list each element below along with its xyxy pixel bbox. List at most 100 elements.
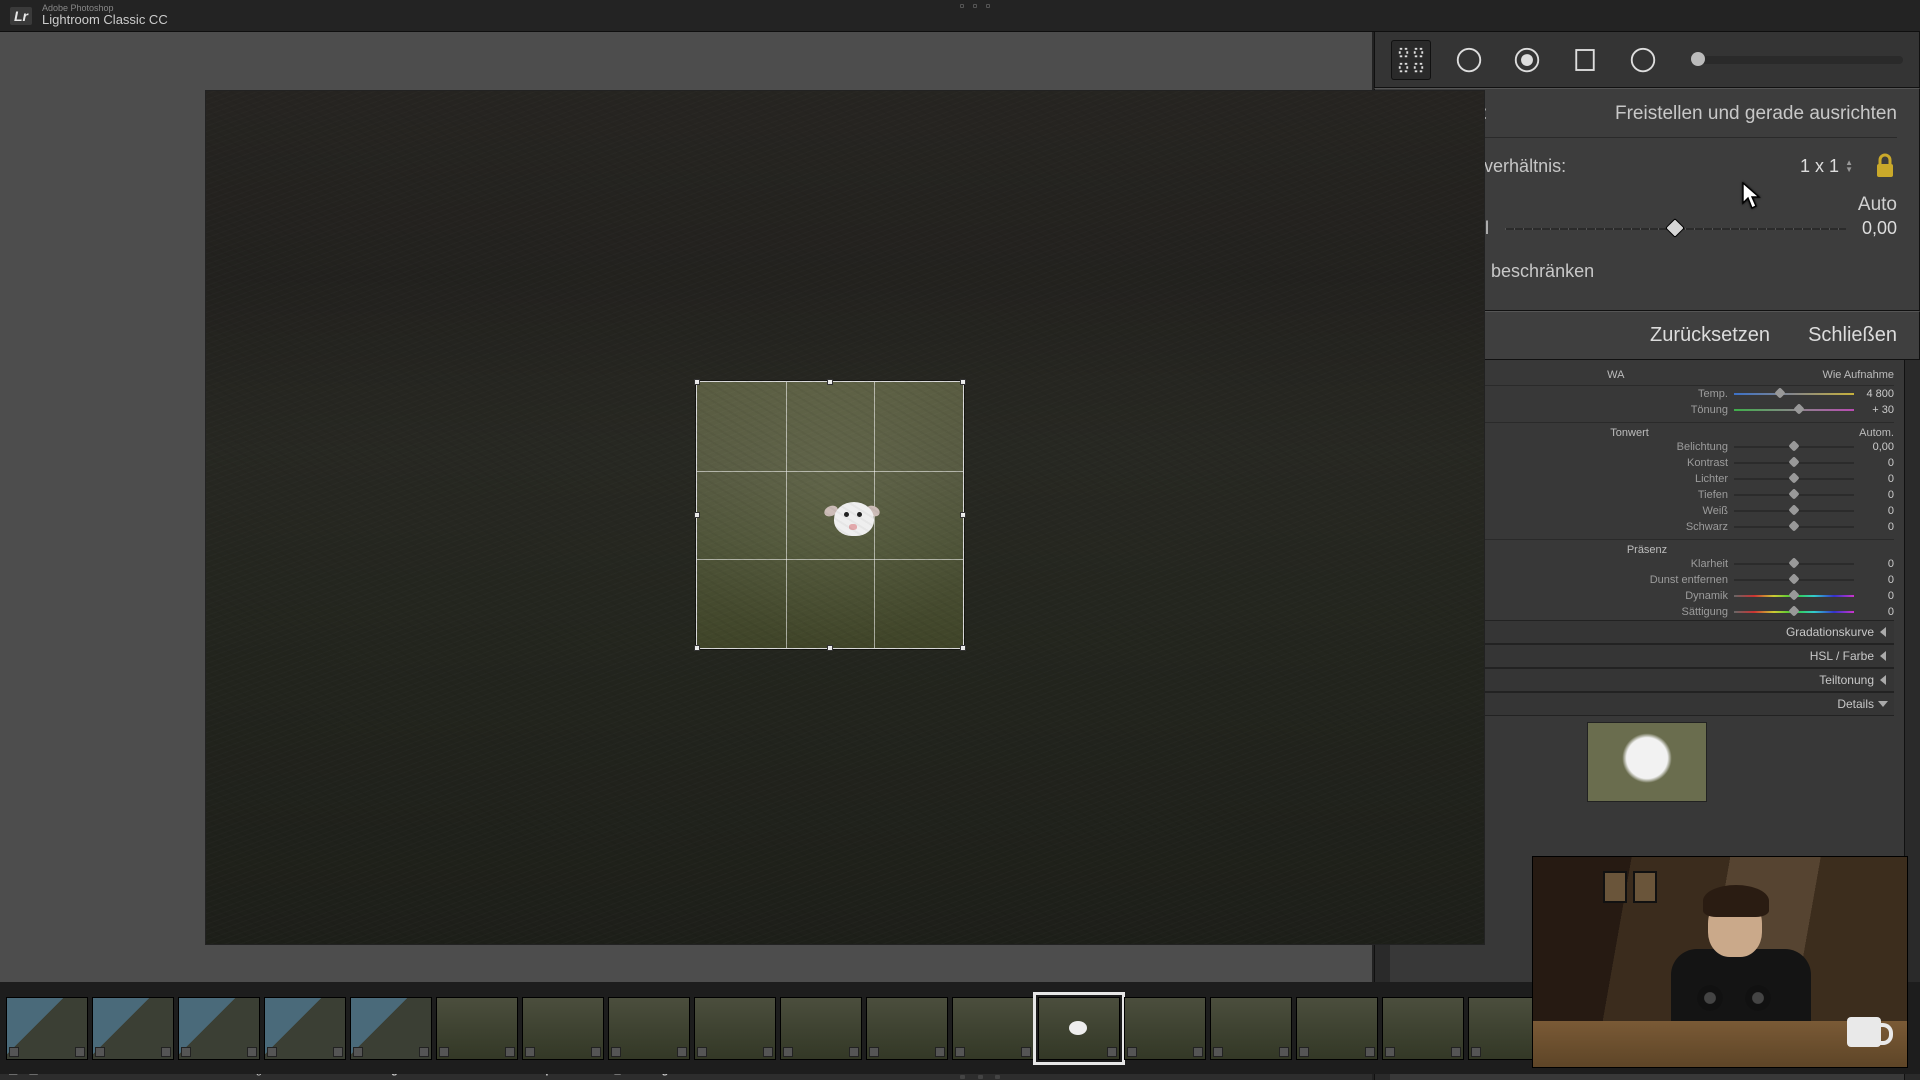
crop-rectangle[interactable] xyxy=(696,381,964,649)
chevron-left-icon xyxy=(1880,651,1886,661)
slider-blacks[interactable] xyxy=(1734,526,1854,528)
canvas-area: Werkzeugüberlagerung: Immer ▦ ▣ ◂ ▸ Ordn… xyxy=(0,32,1372,1080)
section-presence: Präsenz xyxy=(1627,544,1667,556)
thumb-05[interactable] xyxy=(350,997,432,1060)
crop-handle-sw[interactable] xyxy=(694,645,700,651)
viewport[interactable] xyxy=(0,32,1372,1034)
gradient-filter-tool[interactable] xyxy=(1565,40,1605,80)
slider-label-tint: Tönung xyxy=(1658,404,1728,416)
spot-removal-tool[interactable] xyxy=(1449,40,1489,80)
chevron-left-icon xyxy=(1880,627,1886,637)
slider-label-shadows: Tiefen xyxy=(1658,489,1728,501)
tone-auto-button[interactable]: Autom. xyxy=(1859,427,1894,439)
photo-preview[interactable] xyxy=(205,90,1485,945)
slider-contrast[interactable] xyxy=(1734,462,1854,464)
exposure-mini-slider[interactable] xyxy=(1691,56,1903,64)
slider-label-saturation: Sättigung xyxy=(1658,606,1728,618)
webcam-overlay xyxy=(1532,856,1908,1068)
angle-slider[interactable] xyxy=(1505,228,1846,230)
slider-highlights[interactable] xyxy=(1734,478,1854,480)
close-button[interactable]: Schließen xyxy=(1808,324,1897,347)
wb-label: WA xyxy=(1607,369,1624,382)
slider-dehaze[interactable] xyxy=(1734,579,1854,581)
crop-handle-nw[interactable] xyxy=(694,379,700,385)
slider-label-blacks: Schwarz xyxy=(1658,521,1728,533)
slider-label-highlights: Lichter xyxy=(1658,473,1728,485)
crop-dim-overlay xyxy=(206,91,1484,944)
titlebar: Lr Adobe Photoshop Lightroom Classic CC xyxy=(0,0,1920,32)
slider-value-whites[interactable]: 0 xyxy=(1860,505,1894,517)
slider-label-temp: Temp. xyxy=(1658,388,1728,400)
slider-value-highlights[interactable]: 0 xyxy=(1860,473,1894,485)
filmstrip-grip-icon[interactable] xyxy=(960,1075,1000,1079)
slider-exposure[interactable] xyxy=(1734,446,1854,448)
thumb-07[interactable] xyxy=(522,997,604,1060)
slider-value-dehaze[interactable]: 0 xyxy=(1860,574,1894,586)
slider-value-tint[interactable]: + 30 xyxy=(1860,404,1894,416)
slider-label-vibrance: Dynamik xyxy=(1658,590,1728,602)
slider-tint[interactable] xyxy=(1734,409,1854,411)
slider-temp[interactable] xyxy=(1734,393,1854,395)
slider-value-saturation[interactable]: 0 xyxy=(1860,606,1894,618)
slider-value-exposure[interactable]: 0,00 xyxy=(1860,441,1894,453)
thumb-16[interactable] xyxy=(1296,997,1378,1060)
crop-handle-ne[interactable] xyxy=(960,379,966,385)
app-logo: Lr xyxy=(10,7,32,25)
slider-saturation[interactable] xyxy=(1734,611,1854,613)
chevron-left-icon xyxy=(1880,675,1886,685)
slider-whites[interactable] xyxy=(1734,510,1854,512)
thumb-02[interactable] xyxy=(92,997,174,1060)
radial-filter-tool[interactable] xyxy=(1623,40,1663,80)
slider-value-temp[interactable]: 4 800 xyxy=(1860,388,1894,400)
slider-vibrance[interactable] xyxy=(1734,595,1854,597)
chevron-down-icon xyxy=(1878,701,1888,707)
crop-tool[interactable] xyxy=(1391,40,1431,80)
thumb-11[interactable] xyxy=(866,997,948,1060)
crop-handle-n[interactable] xyxy=(827,379,833,385)
detail-preview[interactable] xyxy=(1587,722,1707,802)
angle-auto-button[interactable]: Auto xyxy=(1858,194,1897,216)
thumb-17[interactable] xyxy=(1382,997,1464,1060)
slider-clarity[interactable] xyxy=(1734,563,1854,565)
slider-value-blacks[interactable]: 0 xyxy=(1860,521,1894,533)
thumb-14[interactable] xyxy=(1124,997,1206,1060)
thumb-12[interactable] xyxy=(952,997,1034,1060)
slider-shadows[interactable] xyxy=(1734,494,1854,496)
crop-handle-s[interactable] xyxy=(827,645,833,651)
section-tone: Tonwert xyxy=(1610,427,1649,439)
thumb-15[interactable] xyxy=(1210,997,1292,1060)
crop-handle-w[interactable] xyxy=(694,512,700,518)
reset-button[interactable]: Zurücksetzen xyxy=(1650,324,1770,347)
aspect-stepper-icon[interactable]: ▲▼ xyxy=(1845,159,1853,173)
tool-name-value: Freistellen und gerade ausrichten xyxy=(1615,103,1897,125)
aspect-value[interactable]: 1 x 1 xyxy=(1800,156,1839,177)
mug-icon xyxy=(1847,1017,1881,1047)
slider-value-shadows[interactable]: 0 xyxy=(1860,489,1894,501)
slider-label-dehaze: Dunst entfernen xyxy=(1650,574,1728,586)
thumb-13-selected[interactable] xyxy=(1038,997,1120,1060)
aspect-lock-icon[interactable] xyxy=(1873,152,1897,180)
thumb-01[interactable] xyxy=(6,997,88,1060)
thumb-03[interactable] xyxy=(178,997,260,1060)
crop-handle-se[interactable] xyxy=(960,645,966,651)
subject-lamb xyxy=(822,494,882,549)
slider-value-clarity[interactable]: 0 xyxy=(1860,558,1894,570)
app-title: Lightroom Classic CC xyxy=(42,13,168,27)
thumb-10[interactable] xyxy=(780,997,862,1060)
thumb-04[interactable] xyxy=(264,997,346,1060)
slider-value-contrast[interactable]: 0 xyxy=(1860,457,1894,469)
wb-value[interactable]: Wie Aufnahme xyxy=(1822,369,1894,382)
angle-value[interactable]: 0,00 xyxy=(1862,218,1897,239)
panel-grip-icon[interactable] xyxy=(960,4,990,8)
slider-label-whites: Weiß xyxy=(1658,505,1728,517)
toolstrip xyxy=(1374,32,1920,88)
slider-label-clarity: Klarheit xyxy=(1658,558,1728,570)
slider-label-contrast: Kontrast xyxy=(1658,457,1728,469)
thumb-09[interactable] xyxy=(694,997,776,1060)
slider-value-vibrance[interactable]: 0 xyxy=(1860,590,1894,602)
crop-handle-e[interactable] xyxy=(960,512,966,518)
slider-label-exposure: Belichtung xyxy=(1658,441,1728,453)
thumb-08[interactable] xyxy=(608,997,690,1060)
redeye-tool[interactable] xyxy=(1507,40,1547,80)
thumb-06[interactable] xyxy=(436,997,518,1060)
